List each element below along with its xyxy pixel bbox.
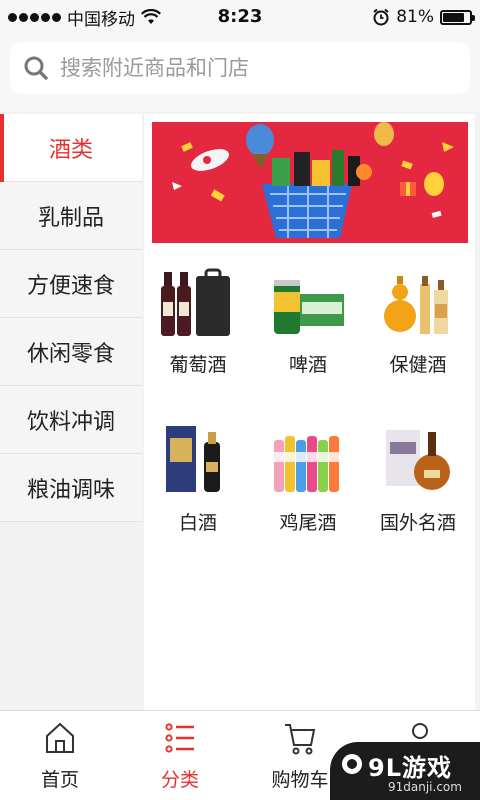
wine-bottles-icon <box>160 264 236 340</box>
baijiu-bottle-icon <box>160 422 236 498</box>
health-liquor-icon <box>380 264 456 340</box>
sidebar-item-label: 饮料冲调 <box>26 409 115 435</box>
category-label: 葡萄酒 <box>169 354 227 376</box>
category-sidebar: 酒类 乳制品 方便速食 休闲零食 饮料冲调 粮油调味 <box>0 114 144 710</box>
watermark-url: 91danji.com <box>388 780 462 794</box>
category-beer[interactable]: 啤酒 <box>254 264 362 377</box>
status-right: 81% <box>372 0 475 34</box>
search-box[interactable] <box>10 42 470 94</box>
search-icon[interactable] <box>22 54 50 82</box>
category-imported-liquor[interactable]: 国外名酒 <box>364 422 472 535</box>
sidebar-item-label: 粮油调味 <box>26 477 115 503</box>
sidebar-item-snacks[interactable]: 休闲零食 <box>0 318 142 386</box>
category-label: 白酒 <box>178 512 217 534</box>
watermark-logo-icon <box>340 752 364 776</box>
category-wine[interactable]: 葡萄酒 <box>144 264 252 377</box>
nav-label: 分类 <box>160 769 199 791</box>
category-label: 鸡尾酒 <box>279 512 337 534</box>
search-input[interactable] <box>60 56 440 80</box>
category-health-liquor[interactable]: 保健酒 <box>364 264 472 377</box>
home-icon <box>44 721 76 755</box>
cocktail-bottles-icon <box>270 422 346 498</box>
imported-liquor-icon <box>380 422 456 498</box>
watermark-title: 9L游戏 <box>368 754 452 782</box>
sidebar-item-label: 方便速食 <box>26 273 115 299</box>
search-area <box>0 34 480 112</box>
category-content: 葡萄酒 啤酒 保健酒 白酒 鸡尾酒 国外名酒 <box>144 114 475 710</box>
category-baijiu[interactable]: 白酒 <box>144 422 252 535</box>
beer-can-icon <box>270 264 346 340</box>
category-label: 啤酒 <box>288 354 327 376</box>
category-cocktail[interactable]: 鸡尾酒 <box>254 422 362 535</box>
alarm-icon <box>372 8 390 26</box>
site-watermark: 9L游戏 91danji.com <box>330 742 480 800</box>
cart-icon <box>284 721 316 755</box>
sidebar-item-label: 乳制品 <box>37 205 104 231</box>
promo-banner[interactable] <box>152 122 468 243</box>
status-bar: 中国移动 8:23 81% <box>0 0 480 34</box>
sidebar-item-dairy[interactable]: 乳制品 <box>0 182 142 250</box>
sidebar-item-liquor[interactable]: 酒类 <box>0 114 142 182</box>
sidebar-item-instant-food[interactable]: 方便速食 <box>0 250 142 318</box>
category-label: 国外名酒 <box>379 512 456 534</box>
sidebar-item-grain-oil[interactable]: 粮油调味 <box>0 454 142 522</box>
sidebar-item-label: 休闲零食 <box>26 341 115 367</box>
battery-percent: 81% <box>396 7 434 27</box>
nav-category[interactable]: 分类 <box>120 711 240 800</box>
battery-icon <box>440 9 475 25</box>
category-label: 保健酒 <box>389 354 447 376</box>
nav-home[interactable]: 首页 <box>0 711 120 800</box>
shopping-basket-illustration <box>152 122 468 243</box>
battery-level <box>443 12 465 22</box>
sidebar-item-label: 酒类 <box>48 137 93 163</box>
nav-label: 首页 <box>40 769 79 791</box>
sidebar-item-beverages[interactable]: 饮料冲调 <box>0 386 142 454</box>
category-list-icon <box>164 721 196 755</box>
